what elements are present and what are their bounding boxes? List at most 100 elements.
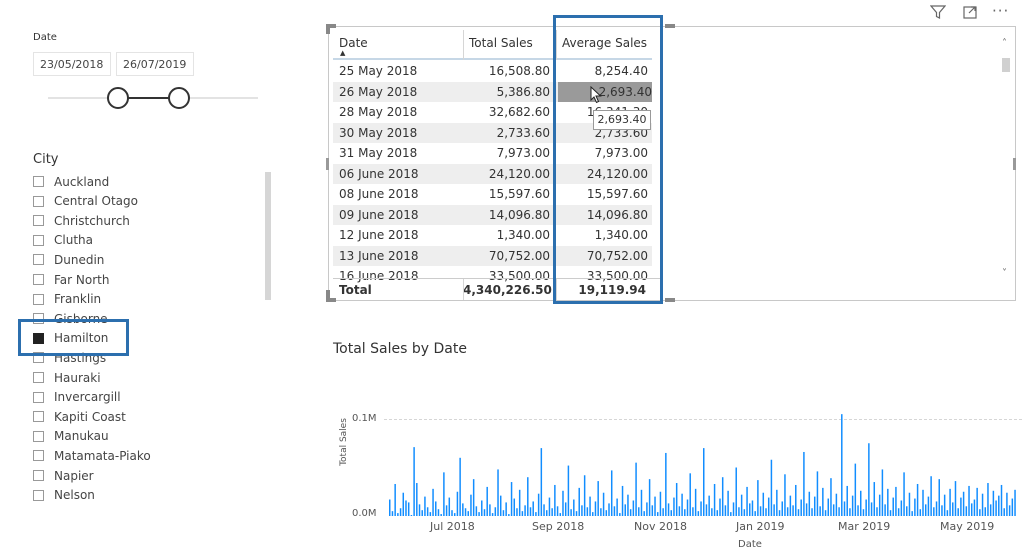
chart-bar[interactable] bbox=[862, 509, 865, 516]
chart-bar[interactable] bbox=[813, 496, 816, 516]
date-end-input[interactable]: 26/07/2019 bbox=[116, 52, 194, 76]
chart-bar[interactable] bbox=[475, 506, 478, 516]
chart-bar[interactable] bbox=[906, 506, 908, 516]
chart-bar[interactable] bbox=[849, 508, 851, 516]
filter-icon[interactable] bbox=[929, 4, 947, 24]
city-item[interactable]: Kapiti Coast bbox=[33, 407, 126, 426]
checkbox[interactable] bbox=[33, 293, 44, 305]
chart-bar[interactable] bbox=[586, 507, 589, 516]
chart-bar[interactable] bbox=[578, 487, 580, 516]
chart-bar[interactable] bbox=[421, 510, 423, 516]
chart-bar[interactable] bbox=[491, 513, 494, 516]
chart-bar[interactable] bbox=[521, 511, 524, 516]
chart-bar[interactable] bbox=[589, 496, 591, 516]
chart-bar[interactable] bbox=[792, 505, 794, 516]
chart-bar[interactable] bbox=[711, 508, 713, 516]
chart-bar[interactable] bbox=[594, 501, 597, 516]
chart-bar[interactable] bbox=[911, 511, 913, 516]
chart-bar[interactable] bbox=[824, 510, 827, 516]
chart-bar[interactable] bbox=[535, 512, 537, 516]
chart-bar[interactable] bbox=[767, 497, 770, 516]
chart-bar[interactable] bbox=[976, 487, 978, 516]
chart-bar[interactable] bbox=[410, 515, 413, 516]
chart-bar[interactable] bbox=[529, 507, 532, 516]
chart-bar[interactable] bbox=[667, 503, 670, 516]
chart-bar[interactable] bbox=[470, 494, 472, 516]
chart-bar[interactable] bbox=[713, 483, 716, 516]
chart-bar[interactable] bbox=[697, 511, 700, 516]
chart-bar[interactable] bbox=[835, 493, 838, 516]
chart-bar[interactable] bbox=[692, 507, 694, 516]
chart-bar[interactable] bbox=[998, 495, 1000, 516]
chart-bar[interactable] bbox=[651, 505, 654, 516]
chart-bar[interactable] bbox=[418, 504, 421, 516]
chart-bar[interactable] bbox=[424, 496, 426, 516]
chart-bar[interactable] bbox=[719, 498, 721, 516]
chart-bar[interactable] bbox=[478, 512, 480, 516]
chart-bar[interactable] bbox=[954, 481, 957, 516]
chart-bar[interactable] bbox=[743, 509, 746, 516]
chart-bar[interactable] bbox=[632, 500, 635, 516]
chart-bar[interactable] bbox=[895, 486, 897, 516]
checkbox[interactable] bbox=[33, 391, 44, 403]
chart-bar[interactable] bbox=[878, 494, 881, 516]
chart-bar[interactable] bbox=[527, 477, 529, 516]
chart-bar[interactable] bbox=[989, 504, 992, 516]
chart-bar[interactable] bbox=[746, 486, 748, 516]
chart-bar[interactable] bbox=[524, 505, 526, 516]
chart-bar[interactable] bbox=[416, 483, 418, 516]
chart-bar[interactable] bbox=[800, 499, 802, 516]
chart-bar[interactable] bbox=[868, 443, 870, 516]
chart-bar[interactable] bbox=[830, 478, 832, 516]
chart-bar[interactable] bbox=[1006, 492, 1008, 516]
chart-bar[interactable] bbox=[659, 491, 662, 516]
chart-bar[interactable] bbox=[467, 511, 469, 516]
date-slider-start-handle[interactable] bbox=[107, 87, 129, 109]
chart-bar[interactable] bbox=[499, 495, 502, 516]
chart-bar[interactable] bbox=[900, 500, 903, 516]
checkbox[interactable] bbox=[33, 489, 44, 501]
chart-bar[interactable] bbox=[708, 495, 710, 516]
city-item[interactable]: Central Otago bbox=[33, 192, 138, 211]
city-item[interactable]: Far North bbox=[33, 270, 109, 289]
chart-bar[interactable] bbox=[489, 504, 491, 516]
date-slider-end-handle[interactable] bbox=[168, 87, 190, 109]
chart-bar[interactable] bbox=[778, 510, 781, 516]
chart-bar[interactable] bbox=[889, 510, 892, 516]
chart-bar[interactable] bbox=[600, 508, 602, 516]
chart-bar[interactable] bbox=[472, 479, 475, 516]
chart-bar[interactable] bbox=[738, 507, 740, 516]
chart-bar[interactable] bbox=[822, 487, 824, 516]
chart-bar[interactable] bbox=[481, 500, 483, 516]
chart-bar[interactable] bbox=[440, 514, 442, 516]
chart-bar[interactable] bbox=[616, 498, 618, 516]
chart-bar[interactable] bbox=[548, 497, 551, 516]
col-header-total-sales[interactable]: Total Sales bbox=[469, 30, 533, 56]
chart-bar[interactable] bbox=[540, 448, 543, 516]
chart-bar[interactable] bbox=[838, 507, 840, 516]
chart-bar[interactable] bbox=[968, 485, 970, 516]
city-item[interactable]: Dunedin bbox=[33, 250, 104, 269]
chart-bar[interactable] bbox=[808, 491, 811, 516]
chart-bar[interactable] bbox=[740, 494, 743, 516]
chart-bar[interactable] bbox=[556, 506, 559, 516]
chart-bar[interactable] bbox=[919, 509, 922, 516]
chart-bar[interactable] bbox=[402, 492, 405, 516]
chart-bar[interactable] bbox=[757, 480, 759, 516]
chart-bar[interactable] bbox=[962, 491, 965, 516]
chart-bar[interactable] bbox=[464, 508, 467, 516]
chart-bar[interactable] bbox=[445, 505, 448, 516]
chart-bar[interactable] bbox=[765, 508, 767, 516]
chart-bar[interactable] bbox=[405, 500, 407, 516]
city-item[interactable]: Napier bbox=[33, 466, 94, 485]
chart-bar[interactable] bbox=[399, 508, 402, 516]
chart-bar[interactable] bbox=[933, 507, 935, 516]
chart-bar[interactable] bbox=[735, 467, 737, 517]
chart-bar[interactable] bbox=[781, 501, 783, 516]
chart-bar[interactable] bbox=[407, 502, 410, 516]
chart-bar[interactable] bbox=[643, 511, 645, 516]
chart-bar[interactable] bbox=[984, 507, 987, 516]
chart-bar[interactable] bbox=[1003, 508, 1005, 516]
chart-bar[interactable] bbox=[608, 503, 610, 516]
chart-bar[interactable] bbox=[486, 486, 488, 516]
